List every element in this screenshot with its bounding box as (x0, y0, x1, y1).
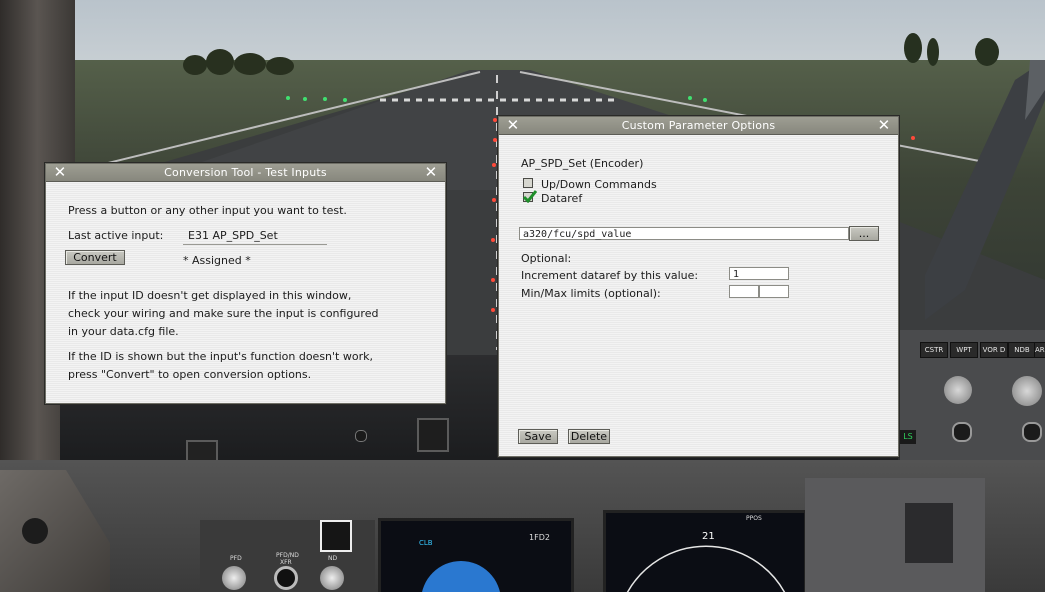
conversion-tool-window: ✕ Conversion Tool - Test Inputs ✕ Press … (45, 163, 446, 404)
ecam-placard (905, 503, 953, 563)
last-active-underline (183, 244, 327, 245)
panel-square-button[interactable] (320, 520, 352, 552)
efis-control-panel: CSTR WPT VOR D NDB ARPT LS (898, 330, 1045, 460)
conversion-tool-title: Conversion Tool - Test Inputs (164, 166, 327, 179)
max-limit-input[interactable] (759, 285, 789, 298)
xfr-label: XFR (280, 559, 292, 566)
pfd-attitude-sky (421, 561, 501, 592)
pfd-nd-label: PFD/ND (276, 552, 299, 559)
vord-button[interactable]: VOR D (980, 342, 1008, 358)
minmax-label: Min/Max limits (optional): (521, 287, 661, 300)
right-window-pillar (925, 60, 1045, 320)
custom-parameter-body: AP_SPD_Set (Encoder) Up/Down Commands Da… (499, 135, 898, 456)
trees (183, 49, 294, 75)
checkmark-icon (523, 190, 537, 203)
ecam-panel (805, 478, 985, 592)
nd-compass-arc (626, 545, 786, 592)
assigned-status: * Assigned * (183, 254, 251, 267)
custom-parameter-titlebar[interactable]: ✕ Custom Parameter Options ✕ (499, 117, 898, 135)
side-console-hole (22, 518, 48, 544)
nd-heading-label: 21 (702, 531, 715, 542)
glareshield-screw (355, 430, 367, 442)
custom-parameter-title: Custom Parameter Options (621, 119, 776, 132)
increment-label: Increment dataref by this value: (521, 269, 699, 282)
adf-vor-switch-2[interactable] (1022, 422, 1042, 442)
help-text-1a: If the input ID doesn't get displayed in… (68, 289, 352, 302)
nd-brightness-knob[interactable] (320, 566, 344, 590)
nd-display: 21 PPOS (603, 510, 807, 592)
optional-label: Optional: (521, 252, 572, 265)
pfd-display: 1FD2 CLB (378, 518, 574, 592)
help-text-2b: press "Convert" to open conversion optio… (68, 368, 312, 381)
close-icon-right[interactable]: ✕ (876, 117, 892, 134)
dataref-label: Dataref (541, 192, 583, 205)
help-text-1c: in your data.cfg file. (68, 325, 179, 338)
help-text-2a: If the ID is shown but the input's funct… (68, 350, 373, 363)
custom-parameter-window: ✕ Custom Parameter Options ✕ AP_SPD_Set … (498, 116, 899, 457)
browse-dataref-button[interactable]: ... (849, 226, 879, 241)
last-active-label: Last active input: (68, 229, 164, 242)
nd-range-knob[interactable] (1012, 376, 1042, 406)
last-active-value: E31 AP_SPD_Set (188, 229, 278, 242)
updown-commands-checkbox[interactable] (523, 178, 533, 188)
clb-label: CLB (419, 539, 433, 547)
close-icon[interactable]: ✕ (52, 164, 68, 181)
conversion-tool-titlebar[interactable]: ✕ Conversion Tool - Test Inputs ✕ (46, 164, 445, 182)
arpt-button[interactable]: ARPT (1034, 342, 1045, 358)
nd-label: ND (328, 555, 338, 562)
nd-mode-knob[interactable] (944, 376, 972, 404)
pfd-brightness-knob[interactable] (222, 566, 246, 590)
lower-switch-panel: PFD PFD/ND XFR ND (200, 520, 375, 592)
delete-button[interactable]: Delete (568, 429, 610, 444)
cstr-button[interactable]: CSTR (920, 342, 948, 358)
help-text-1b: check your wiring and make sure the inpu… (68, 307, 379, 320)
pfd-nd-xfr-button[interactable] (274, 566, 298, 590)
wpt-button[interactable]: WPT (950, 342, 978, 358)
dataref-checkbox[interactable] (523, 190, 537, 203)
convert-button[interactable]: Convert (65, 250, 125, 265)
fd-label: 1FD2 (529, 533, 550, 542)
ls-button[interactable]: LS (900, 430, 916, 444)
close-icon[interactable]: ✕ (505, 117, 521, 134)
input-name-heading: AP_SPD_Set (Encoder) (521, 157, 644, 170)
dataref-input[interactable]: a320/fcu/spd_value (519, 227, 849, 240)
test-prompt: Press a button or any other input you wa… (68, 204, 347, 217)
glareshield-square-button[interactable] (417, 418, 449, 452)
close-icon-right[interactable]: ✕ (423, 164, 439, 181)
ndb-button[interactable]: NDB (1008, 342, 1036, 358)
increment-input[interactable]: 1 (729, 267, 789, 280)
min-limit-input[interactable] (729, 285, 759, 298)
pfd-label: PFD (230, 555, 242, 562)
conversion-tool-body: Press a button or any other input you wa… (46, 182, 445, 403)
save-button[interactable]: Save (518, 429, 558, 444)
adf-vor-switch-1[interactable] (952, 422, 972, 442)
updown-commands-label: Up/Down Commands (541, 178, 657, 191)
ppos-label: PPOS (746, 515, 762, 522)
